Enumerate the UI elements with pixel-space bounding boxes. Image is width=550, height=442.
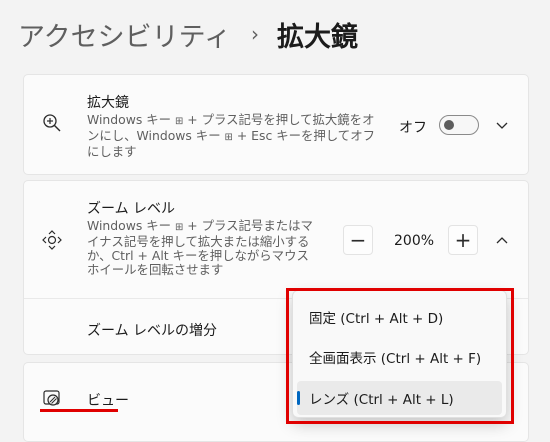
zoom-level-value: 200% (394, 233, 435, 249)
magnifier-setting-card[interactable]: 拡大鏡 Windows キー ⊞ + プラス記号を押して拡大鏡をオンにし、Win… (23, 74, 529, 175)
zoom-level-title: ズーム レベル (87, 201, 176, 217)
magnifier-title: 拡大鏡 (87, 95, 129, 111)
chevron-down-icon[interactable] (492, 116, 512, 136)
magnifier-icon (40, 111, 64, 135)
zoom-move-icon (40, 228, 64, 252)
zoom-out-button[interactable]: − (343, 225, 373, 255)
view-option-label: レンズ (Ctrl + Alt + L) (309, 392, 454, 408)
zoom-desc-text-1: Windows キー (87, 218, 175, 233)
view-option-docked[interactable]: 固定 (Ctrl + Alt + D) (297, 300, 502, 334)
view-dropdown-menu: 固定 (Ctrl + Alt + D) 全画面表示 (Ctrl + Alt + … (292, 290, 507, 418)
windows-key-icon: ⊞ (224, 132, 233, 143)
chevron-up-icon[interactable] (492, 230, 512, 250)
view-option-label: 全画面表示 (Ctrl + Alt + F) (309, 351, 482, 367)
magnifier-toggle[interactable] (439, 115, 479, 135)
annotation-underline (40, 409, 118, 412)
view-option-fullscreen[interactable]: 全画面表示 (Ctrl + Alt + F) (297, 340, 502, 374)
view-option-label: 固定 (Ctrl + Alt + D) (309, 311, 444, 327)
zoom-in-button[interactable]: + (448, 225, 478, 255)
page-title: 拡大鏡 (277, 21, 359, 53)
magnifier-desc-text-1: Windows キー (87, 112, 175, 127)
breadcrumb: アクセシビリティ › 拡大鏡 (18, 14, 358, 54)
view-label: ビュー (87, 393, 129, 409)
selected-indicator (297, 391, 300, 405)
lens-view-icon (40, 387, 64, 411)
view-option-lens[interactable]: レンズ (Ctrl + Alt + L) (297, 381, 502, 415)
breadcrumb-separator: › (251, 22, 260, 46)
magnifier-toggle-label: オフ (399, 120, 427, 136)
breadcrumb-parent-link[interactable]: アクセシビリティ (18, 15, 231, 54)
zoom-level-description: Windows キー ⊞ + プラス記号またはマイナス記号を押して拡大または縮小… (87, 219, 315, 277)
toggle-knob (444, 120, 454, 130)
zoom-increment-label: ズーム レベルの増分 (87, 323, 218, 339)
magnifier-description: Windows キー ⊞ + プラス記号を押して拡大鏡をオンにし、Windows… (87, 113, 379, 159)
